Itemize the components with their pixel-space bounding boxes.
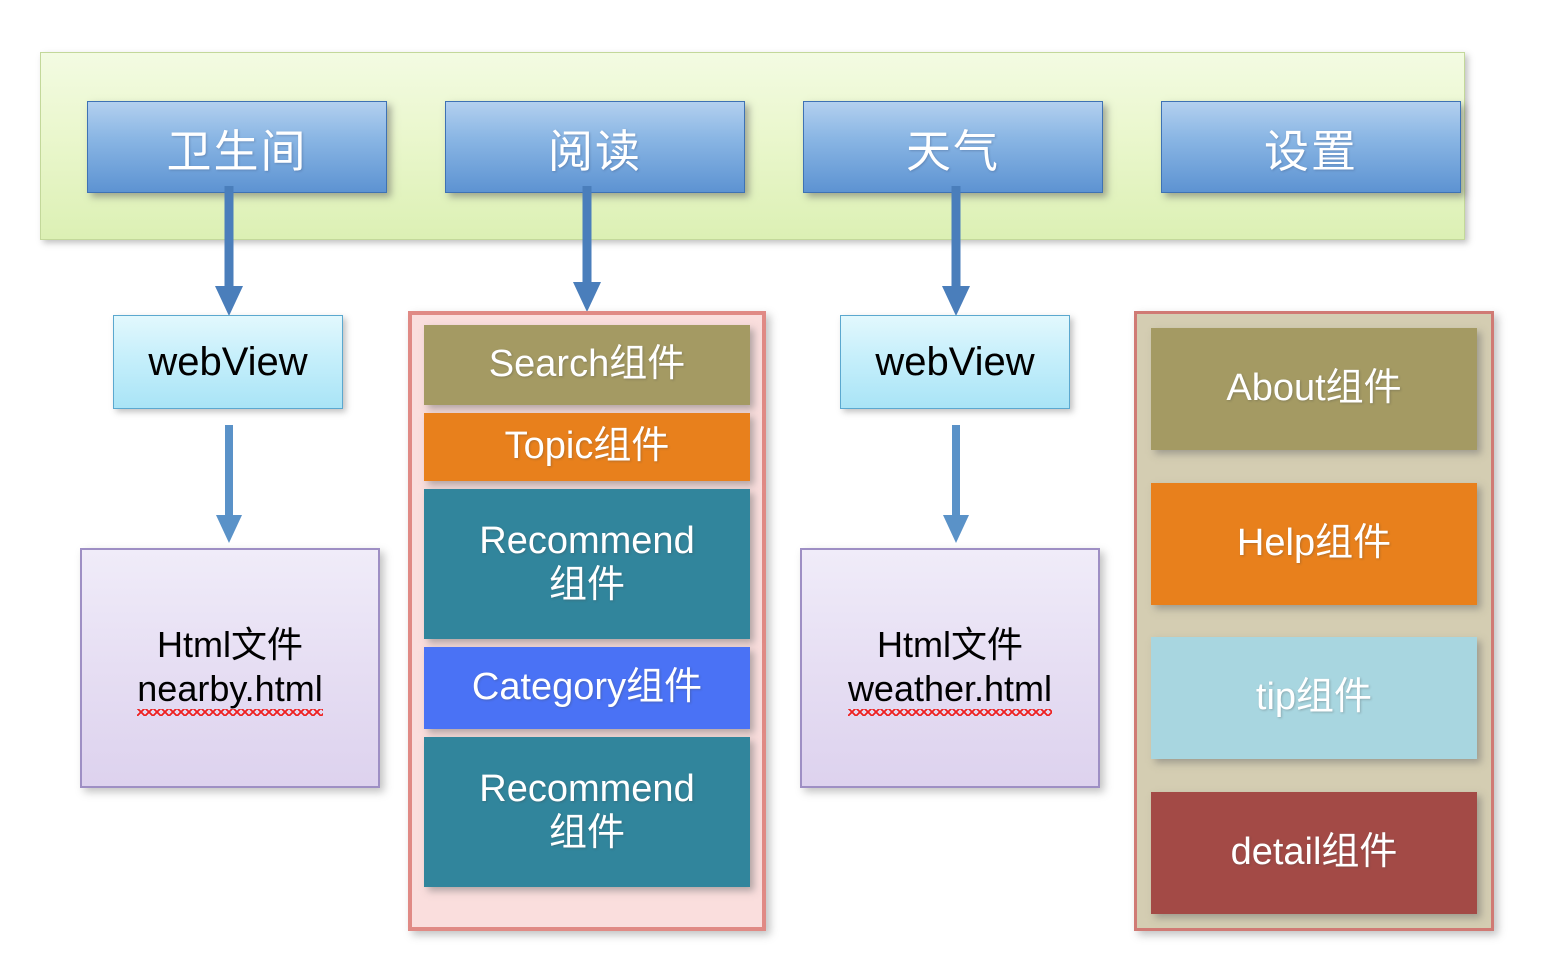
settings-components-container: About组件 Help组件 tip组件 detail组件 bbox=[1134, 311, 1494, 931]
html-file-title: Html文件 bbox=[877, 624, 1023, 666]
component-label-line1: About组件 bbox=[1226, 367, 1402, 410]
webview-box-nearby: webView bbox=[113, 315, 343, 409]
html-file-name: nearby.html bbox=[137, 667, 324, 716]
nav-button-label: 卫生间 bbox=[166, 126, 308, 177]
component-label-line1: tip组件 bbox=[1255, 676, 1373, 719]
component-label-line2: 组件 bbox=[548, 564, 625, 606]
nav-button-label: 阅读 bbox=[547, 126, 642, 177]
webview-label: webView bbox=[875, 339, 1035, 384]
nav-button-settings[interactable]: 设置 bbox=[1161, 101, 1461, 193]
html-file-box-nearby: Html文件 nearby.html bbox=[80, 548, 380, 788]
reading-component-2[interactable]: Recommend 组件 bbox=[424, 489, 750, 639]
reading-component-4[interactable]: Recommend 组件 bbox=[424, 737, 750, 887]
settings-component-3[interactable]: detail组件 bbox=[1151, 791, 1477, 914]
component-label-line1: Help组件 bbox=[1236, 521, 1392, 564]
nav-button-weather[interactable]: 天气 bbox=[803, 101, 1103, 193]
nav-container: 卫生间 阅读 天气 设置 bbox=[40, 52, 1465, 240]
nav-button-bathroom[interactable]: 卫生间 bbox=[87, 101, 387, 193]
reading-component-3[interactable]: Category组件 bbox=[424, 647, 750, 729]
arrow-webview-to-nearby-html bbox=[212, 425, 246, 545]
arrow-reading-to-components bbox=[570, 186, 604, 314]
arrow-bathroom-to-webview bbox=[212, 186, 246, 318]
arrow-webview-to-weather-html bbox=[939, 425, 973, 545]
reading-component-0[interactable]: Search组件 bbox=[424, 325, 750, 405]
html-file-name: weather.html bbox=[847, 667, 1053, 716]
arrow-weather-to-webview bbox=[939, 186, 973, 318]
html-file-title: Html文件 bbox=[157, 624, 303, 666]
component-label-line1: Topic组件 bbox=[504, 425, 670, 468]
reading-component-1[interactable]: Topic组件 bbox=[424, 413, 750, 481]
component-label-line1: Recommend bbox=[479, 520, 695, 563]
settings-component-1[interactable]: Help组件 bbox=[1151, 482, 1477, 605]
nav-button-label: 设置 bbox=[1263, 126, 1358, 177]
component-label-line1: detail组件 bbox=[1230, 831, 1398, 874]
settings-component-0[interactable]: About组件 bbox=[1151, 328, 1477, 450]
webview-box-weather: webView bbox=[840, 315, 1070, 409]
nav-button-reading[interactable]: 阅读 bbox=[445, 101, 745, 193]
component-label-line1: Category组件 bbox=[471, 666, 703, 709]
nav-button-label: 天气 bbox=[905, 126, 1000, 177]
webview-label: webView bbox=[148, 339, 308, 384]
component-label-line2: 组件 bbox=[548, 812, 625, 854]
component-label-line1: Search组件 bbox=[488, 343, 686, 386]
component-label-line1: Recommend bbox=[479, 768, 695, 811]
reading-components-container: Search组件 Topic组件 Recommend 组件 Category组件 Reco… bbox=[408, 311, 766, 931]
settings-component-2[interactable]: tip组件 bbox=[1151, 637, 1477, 760]
html-file-box-weather: Html文件 weather.html bbox=[800, 548, 1100, 788]
